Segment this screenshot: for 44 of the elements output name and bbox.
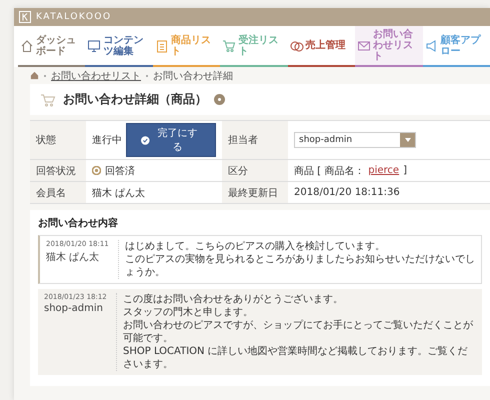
message-line: このピアスの実物を見られるところがありましたらお知らせいただけないでしょうか。	[125, 253, 475, 279]
message-line: この度はお問い合わせをありがとうございます。	[123, 293, 343, 306]
cart-icon	[40, 92, 56, 106]
message-line: はじめまして。こちらのピアスの購入を検討しています。	[125, 240, 385, 253]
field-label: 会員名	[30, 182, 86, 203]
page-title: お問い合わせ詳細（商品）	[63, 91, 207, 108]
field-label: 状態	[30, 121, 86, 159]
field-label: 区分	[222, 160, 288, 181]
breadcrumb-link[interactable]: お問い合わせリスト	[51, 68, 141, 82]
caret-icon	[404, 138, 410, 142]
breadcrumb-current: お問い合わせ詳細	[153, 70, 233, 82]
nav-tab[interactable]: ダッシュボード	[18, 26, 86, 67]
coins-icon	[290, 38, 304, 52]
complete-button[interactable]: 完了にする	[126, 123, 216, 157]
message-line: SHOP LOCATION に詳しい地図や営業時間など掲載しております。ご覧くださいます。	[123, 345, 469, 371]
field-label: 最終更新日	[222, 182, 288, 203]
field-label: 担当者	[222, 121, 288, 159]
message-author: 猫木 ぱん太	[46, 250, 100, 264]
home-icon[interactable]	[30, 71, 39, 80]
category-text: 商品 [ 商品名：	[294, 164, 364, 178]
section-title: お問い合わせ内容	[38, 216, 119, 230]
message-line: お問い合わせのピアスですが、ショップにてお手にとってご覧いただくことが可能です。	[123, 319, 474, 345]
status-value: 進行中	[92, 134, 122, 147]
cart-icon	[222, 38, 236, 52]
message-line: スタッフの門木と申します。	[123, 306, 253, 319]
nav-tab[interactable]: お問い合わせリスト	[355, 26, 423, 67]
envelope-icon	[357, 38, 372, 52]
logo-icon	[19, 11, 31, 23]
nav-tab[interactable]: 顧客アプロー	[422, 26, 490, 67]
bracket-text: ]	[403, 165, 407, 176]
clipboard-icon	[154, 38, 169, 52]
message-author: shop-admin	[44, 303, 103, 314]
product-link[interactable]: pierce	[368, 165, 400, 176]
assignee-select[interactable]: shop-admin	[294, 132, 416, 148]
monitor-icon	[87, 38, 102, 52]
updated-date: 2018/01/20 18:11:36	[294, 187, 400, 198]
check-icon	[141, 136, 150, 144]
house-icon	[20, 38, 34, 52]
badge-icon	[92, 166, 101, 175]
field-label: 回答状況	[30, 160, 86, 181]
answer-status: 回答済	[105, 164, 135, 178]
member-name: 猫木 ぱん太	[92, 186, 146, 200]
brand-name: KATALOKOOO	[36, 12, 112, 22]
nav-tab[interactable]: コンテンツ編集	[85, 26, 153, 67]
